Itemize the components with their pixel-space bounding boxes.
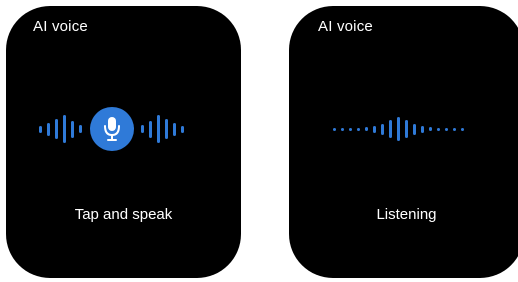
screen-caption: Listening (376, 206, 437, 223)
waveform-bar (341, 127, 344, 131)
watch-screen-tap-to-speak: AI voice Tap and speak (6, 6, 241, 278)
voice-waveform-listening (333, 103, 469, 155)
waveform-bar (181, 125, 184, 133)
waveform-bar (381, 123, 384, 135)
waveform-bar (373, 125, 376, 133)
waveform-bar (157, 115, 160, 143)
waveform-bar (149, 120, 152, 138)
waveform-bar (413, 123, 416, 135)
waveform-bar (357, 127, 360, 131)
waveform-bar (445, 127, 448, 131)
waveform-bar (421, 125, 424, 133)
waveform-bar (47, 122, 50, 136)
screen-title: AI voice (33, 18, 88, 35)
screen-caption: Tap and speak (74, 206, 173, 223)
waveform-bar (79, 125, 82, 133)
waveform-bar (173, 122, 176, 136)
voice-waveform-idle (39, 103, 189, 155)
screen-title: AI voice (318, 18, 373, 35)
waveform-bar (389, 120, 392, 138)
waveform-bar (71, 120, 74, 138)
waveform-bar (349, 127, 352, 131)
watch-screen-listening: AI voice Listening (289, 6, 518, 278)
waveform-bar (39, 125, 42, 133)
waveform-bar (429, 127, 432, 131)
waveform-bar (55, 119, 58, 139)
waveform-bar (453, 127, 456, 131)
waveform-bar (365, 127, 368, 131)
microphone-button[interactable] (90, 107, 134, 151)
waveform-bar (461, 127, 464, 131)
microphone-icon (104, 117, 120, 141)
waveform-bar (141, 125, 144, 133)
waveform-bar (437, 127, 440, 131)
waveform-bar (397, 117, 400, 141)
waveform-bar (165, 119, 168, 139)
waveform-bar (333, 127, 336, 131)
waveform-bar (405, 120, 408, 138)
waveform-bar (63, 115, 66, 143)
